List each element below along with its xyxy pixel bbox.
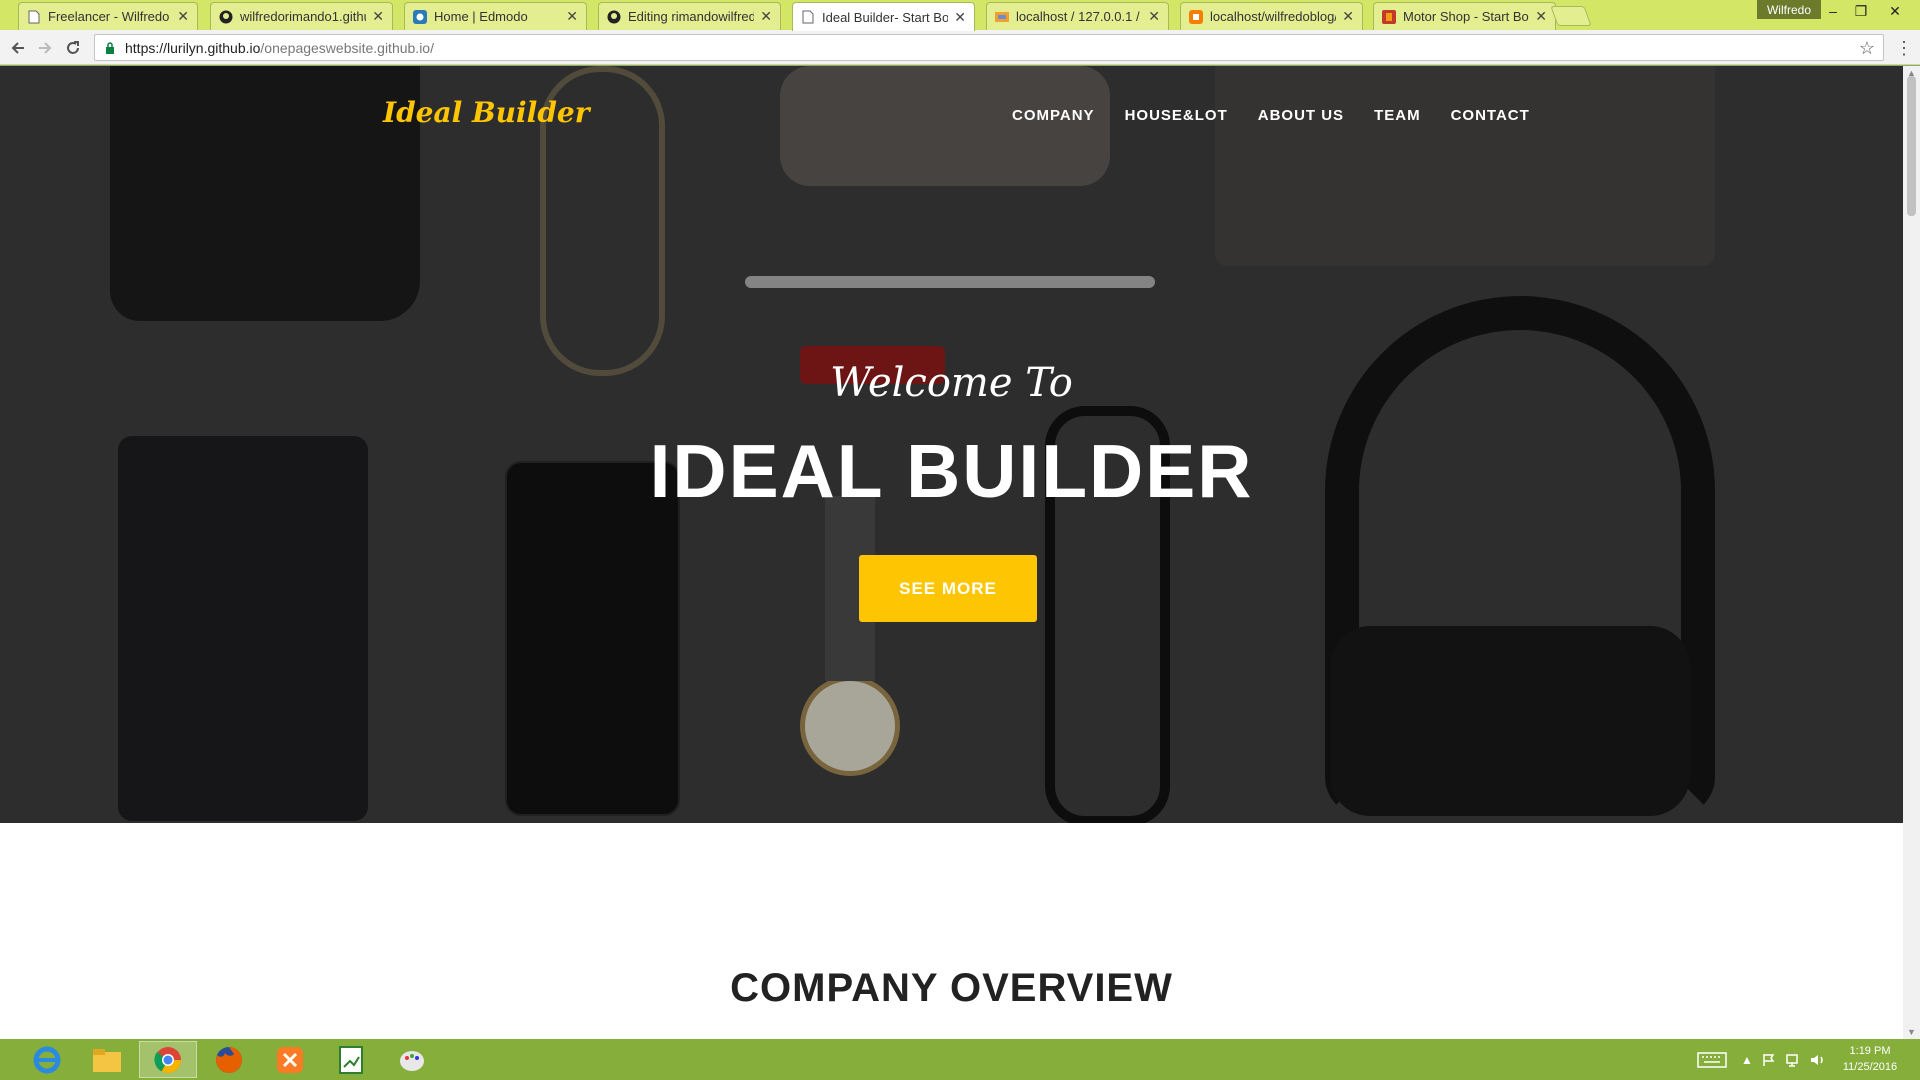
close-window-icon[interactable]: ✕ [1880, 1, 1910, 21]
keyboard-icon[interactable] [1697, 1039, 1727, 1080]
browser-toolbar: https://lurilyn.github.io /onepageswebsi… [0, 30, 1920, 65]
page-viewport: Ideal Builder COMPANY HOUSE&LOT ABOUT US… [0, 66, 1903, 1039]
back-arrow-icon[interactable] [6, 36, 30, 60]
site-nav: COMPANY HOUSE&LOT ABOUT US TEAM CONTACT [1012, 107, 1530, 124]
see-more-button[interactable]: SEE MORE [859, 555, 1037, 622]
close-tab-icon[interactable]: ✕ [954, 9, 966, 26]
windows-taskbar: ▲ 1:19 PM 11/25/2016 [0, 1039, 1920, 1080]
document-icon [27, 10, 41, 24]
blogger-icon [1189, 9, 1203, 24]
tab-ideal-builder[interactable]: Ideal Builder- Start Boots ✕ [792, 2, 975, 31]
close-tab-icon[interactable]: ✕ [1342, 8, 1354, 25]
lock-icon [105, 41, 117, 54]
tab-freelancer[interactable]: Freelancer - Wilfredo P. R ✕ [18, 2, 198, 30]
close-tab-icon[interactable]: ✕ [372, 8, 384, 25]
tab-github-editing[interactable]: Editing rimandowilfredo ✕ [598, 2, 781, 30]
firefox-icon[interactable] [200, 1041, 258, 1078]
address-bar[interactable]: https://lurilyn.github.io /onepageswebsi… [94, 34, 1884, 61]
chrome-icon[interactable] [139, 1041, 197, 1078]
browser-title-bar: Freelancer - Wilfredo P. R ✕ wilfredorim… [0, 0, 1920, 31]
document-icon [801, 10, 815, 24]
close-tab-icon[interactable]: ✕ [1148, 8, 1160, 25]
nav-house-lot[interactable]: HOUSE&LOT [1125, 107, 1228, 124]
tab-edmodo[interactable]: Home | Edmodo ✕ [404, 2, 587, 30]
tab-motor-shop[interactable]: Motor Shop - Start Boots ✕ [1373, 2, 1556, 30]
nav-company[interactable]: COMPANY [1012, 107, 1095, 124]
xampp-icon[interactable] [261, 1041, 319, 1078]
nav-about-us[interactable]: ABOUT US [1258, 107, 1344, 124]
volume-icon[interactable] [1810, 1039, 1826, 1080]
edmodo-icon [413, 9, 427, 24]
action-center-flag-icon[interactable] [1762, 1039, 1776, 1080]
hero-heading: IDEAL BUILDER [649, 429, 1254, 513]
clock-time: 1:19 PM [1849, 1045, 1891, 1057]
page-scrollbar[interactable]: ▲ ▼ [1903, 66, 1920, 1039]
new-tab-button[interactable] [1550, 6, 1592, 26]
forward-arrow-icon[interactable] [33, 36, 57, 60]
tab-github-wilfredo[interactable]: wilfredorimando1.github ✕ [210, 2, 393, 30]
url-path: /onepageswebsite.github.io/ [260, 39, 434, 56]
restore-icon[interactable]: ❐ [1846, 1, 1876, 21]
startbootstrap-icon [1382, 9, 1396, 24]
taskbar-clock[interactable]: 1:19 PM 11/25/2016 [1830, 1043, 1910, 1075]
network-icon[interactable] [1786, 1039, 1802, 1080]
file-explorer-icon[interactable] [78, 1041, 136, 1078]
clock-date: 11/25/2016 [1842, 1061, 1898, 1073]
close-tab-icon[interactable]: ✕ [566, 8, 578, 25]
notepad-icon[interactable] [322, 1041, 380, 1078]
close-tab-icon[interactable]: ✕ [760, 8, 772, 25]
github-icon [607, 10, 621, 24]
paint-icon[interactable] [383, 1041, 441, 1078]
tab-localhost-blog[interactable]: localhost/wilfredoblog/ ✕ [1180, 2, 1363, 30]
nav-team[interactable]: TEAM [1374, 107, 1421, 124]
reload-icon[interactable] [61, 36, 85, 60]
hero-section: Ideal Builder COMPANY HOUSE&LOT ABOUT US… [0, 66, 1903, 823]
scroll-down-icon[interactable]: ▼ [1907, 1027, 1916, 1037]
phpmyadmin-icon [995, 10, 1009, 24]
bookmark-star-icon[interactable]: ☆ [1859, 38, 1875, 59]
close-tab-icon[interactable]: ✕ [1535, 8, 1547, 25]
tab-phpmyadmin[interactable]: localhost / 127.0.0.1 / blo ✕ [986, 2, 1169, 30]
nav-contact[interactable]: CONTACT [1451, 107, 1530, 124]
close-tab-icon[interactable]: ✕ [177, 8, 189, 25]
company-overview-title: COMPANY OVERVIEW [730, 966, 1173, 1010]
show-hidden-icons-icon[interactable]: ▲ [1741, 1039, 1753, 1080]
url-host: https://lurilyn.github.io [125, 39, 261, 56]
profile-button[interactable]: Wilfredo [1757, 0, 1821, 19]
internet-explorer-icon[interactable] [18, 1041, 76, 1078]
hero-welcome-text: Welcome To [830, 360, 1073, 406]
site-brand-logo[interactable]: Ideal Builder [383, 96, 589, 129]
minimize-icon[interactable]: – [1818, 1, 1848, 21]
chrome-menu-icon[interactable]: ⋮ [1894, 36, 1914, 60]
github-icon [219, 10, 233, 24]
scrollbar-thumb[interactable] [1907, 76, 1916, 216]
